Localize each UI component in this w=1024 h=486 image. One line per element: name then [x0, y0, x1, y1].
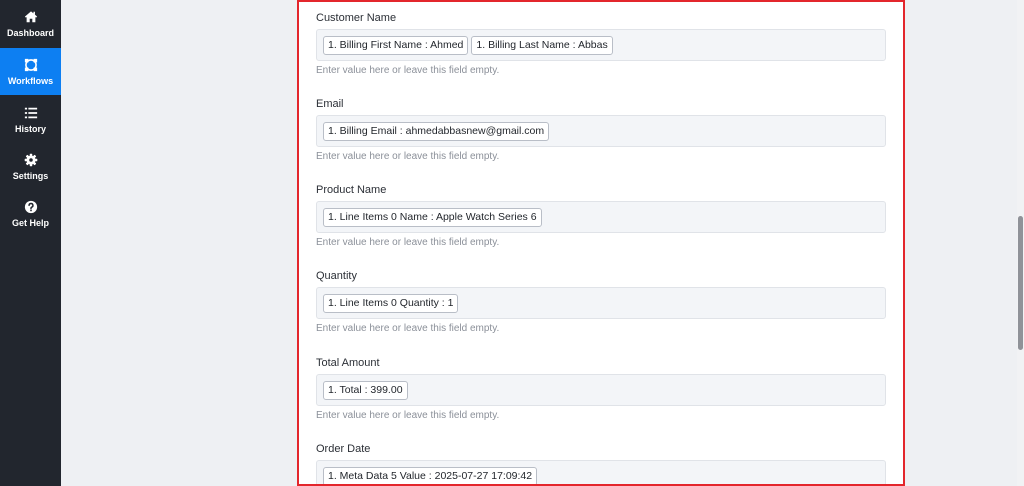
sidebar: Dashboard Workflows History Settings Get… — [0, 0, 61, 486]
sidebar-item-history[interactable]: History — [0, 96, 61, 143]
field-help-text: Enter value here or leave this field emp… — [316, 323, 500, 334]
field-mapping-panel: Customer Name 1. Billing First Name : Ah… — [297, 0, 905, 486]
gear-icon — [24, 153, 37, 166]
field-label: Order Date — [316, 443, 371, 455]
field-label: Customer Name — [316, 12, 397, 24]
sidebar-item-label: Dashboard — [6, 27, 54, 38]
sidebar-item-get-help[interactable]: Get Help — [0, 190, 61, 237]
scrollbar-thumb[interactable] — [1018, 216, 1023, 350]
sidebar-item-label: Get Help — [11, 217, 49, 228]
mapped-value-chip[interactable]: 1. Meta Data 5 Value : 2025-07-27 17:09:… — [323, 466, 538, 484]
field-label: Product Name — [316, 184, 387, 196]
field-help-text: Enter value here or leave this field emp… — [316, 151, 500, 162]
list-icon — [24, 107, 37, 118]
field-label: Quantity — [316, 270, 357, 282]
email-input[interactable]: 1. Billing Email : ahmedabbasnew@gmail.c… — [316, 115, 886, 147]
field-help-text: Enter value here or leave this field emp… — [316, 410, 500, 421]
mapped-value-chip[interactable]: 1. Billing First Name : Ahmed — [323, 35, 469, 55]
mapped-value-chip[interactable]: 1. Billing Email : ahmedabbasnew@gmail.c… — [323, 121, 550, 141]
sidebar-item-settings[interactable]: Settings — [0, 143, 61, 190]
main-content: Customer Name 1. Billing First Name : Ah… — [61, 0, 1024, 486]
sidebar-item-label: Settings — [12, 170, 49, 181]
mapped-value-chip[interactable]: 1. Billing Last Name : Abbas — [471, 35, 613, 55]
product-name-input[interactable]: 1. Line Items 0 Name : Apple Watch Serie… — [316, 201, 886, 233]
sidebar-item-workflows[interactable]: Workflows — [0, 48, 61, 95]
field-help-text: Enter value here or leave this field emp… — [316, 65, 500, 76]
order-date-input[interactable]: 1. Meta Data 5 Value : 2025-07-27 17:09:… — [316, 460, 886, 484]
field-label: Total Amount — [316, 357, 380, 369]
mapped-value-chip[interactable]: 1. Line Items 0 Name : Apple Watch Serie… — [323, 207, 542, 227]
field-help-text: Enter value here or leave this field emp… — [316, 237, 500, 248]
mapped-value-chip[interactable]: 1. Line Items 0 Quantity : 1 — [323, 293, 459, 313]
sidebar-item-label: History — [14, 123, 46, 134]
sidebar-item-label: Workflows — [7, 75, 54, 86]
customer-name-input[interactable]: 1. Billing First Name : Ahmed 1. Billing… — [316, 29, 886, 61]
quantity-input[interactable]: 1. Line Items 0 Quantity : 1 — [316, 287, 886, 319]
home-icon — [24, 10, 37, 22]
mapped-value-chip[interactable]: 1. Total : 399.00 — [323, 380, 408, 400]
page-scrollbar[interactable] — [1017, 0, 1024, 486]
field-label: Email — [316, 98, 344, 110]
help-icon — [24, 200, 37, 213]
total-amount-input[interactable]: 1. Total : 399.00 — [316, 374, 886, 406]
sidebar-item-dashboard[interactable]: Dashboard — [0, 0, 61, 47]
workflow-icon — [24, 58, 37, 71]
